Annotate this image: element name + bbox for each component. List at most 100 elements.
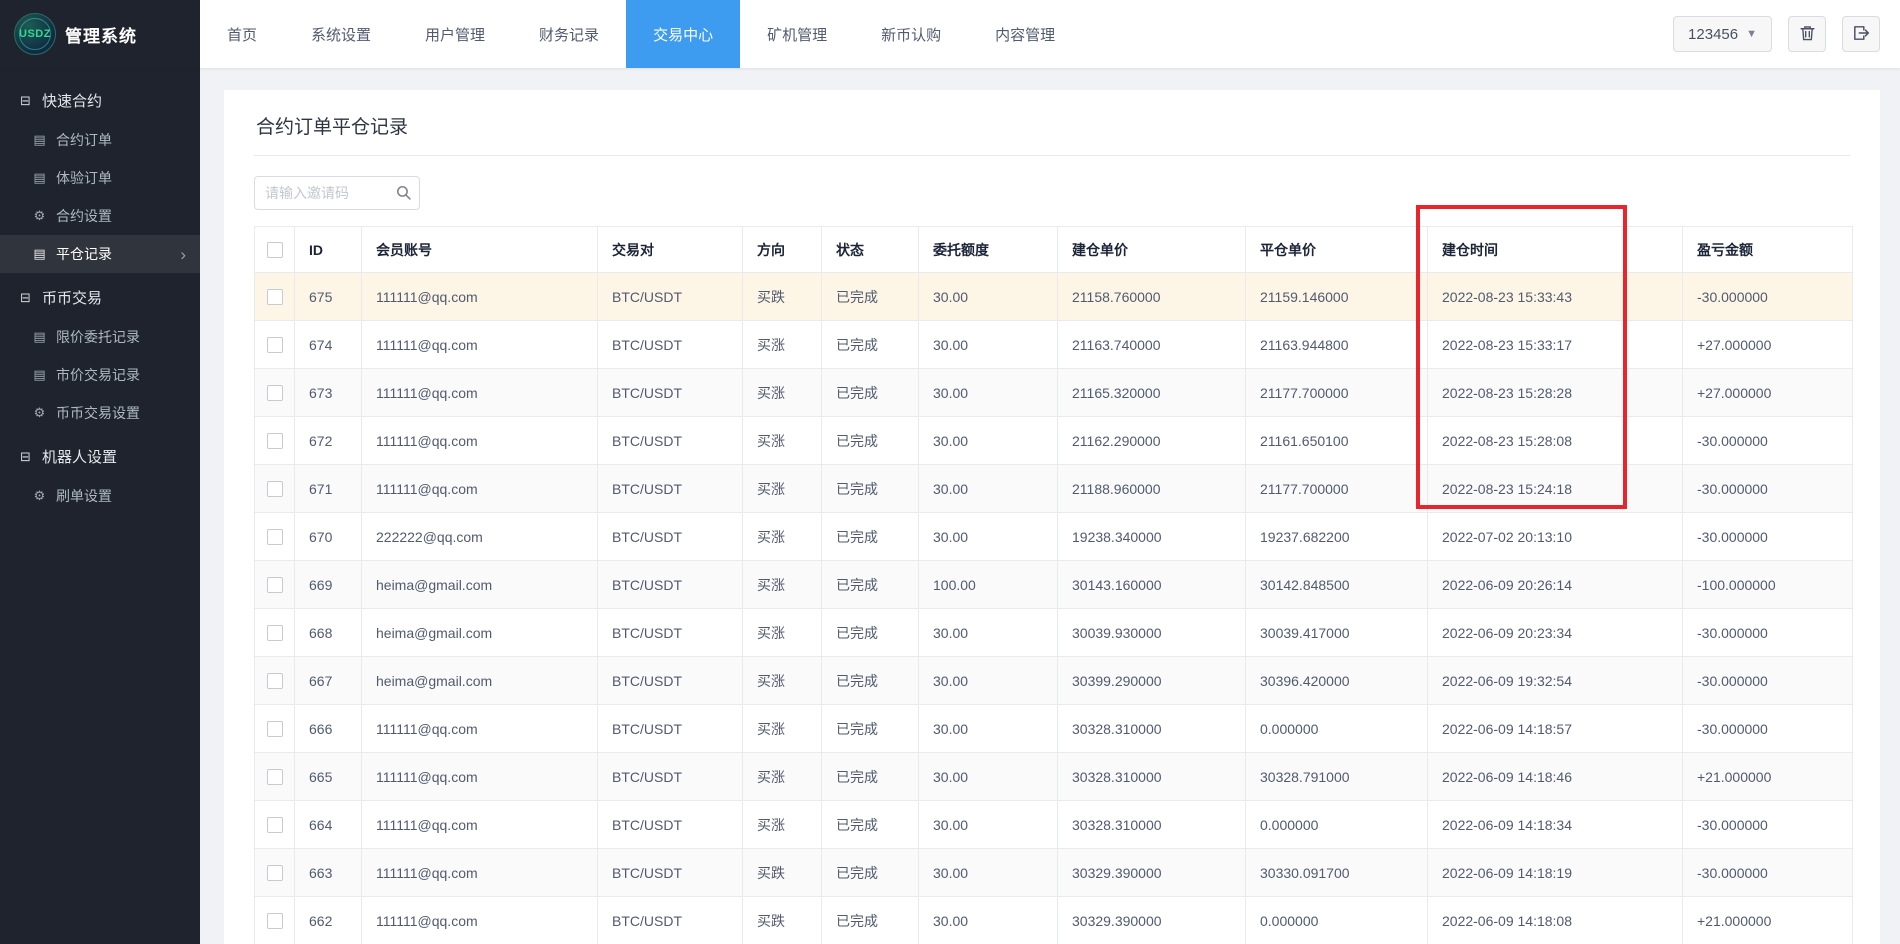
row-checkbox[interactable] [266,721,283,738]
gear-icon: ⚙ [33,405,46,420]
cell-pair: BTC/USDT [597,608,743,657]
cell-pair: BTC/USDT [597,368,743,417]
cell-direction: 买涨 [742,752,822,801]
table-row: 666 111111@qq.com BTC/USDT 买涨 已完成 30.00 30328.… [254,704,1853,753]
cell-pnl: -30.000000 [1682,800,1853,849]
row-checkbox[interactable] [266,817,283,834]
row-checkbox[interactable] [266,913,283,930]
cell-id: 669 [294,560,362,609]
cell-open_price: 21162.290000 [1057,416,1246,465]
cell-amount: 30.00 [918,272,1058,321]
cell-id: 664 [294,800,362,849]
sidebar-item[interactable]: ▤ 平仓记录 › [0,235,200,273]
search-icon[interactable] [395,184,412,206]
records-table: ID 会员账号 交易对 方向 状态 委托额度 建仓单价 平仓单价 建仓时间 盈亏金额 675 111… [254,226,1853,944]
select-all-checkbox[interactable] [266,242,283,259]
cell-time: 2022-08-23 15:28:08 [1427,416,1683,465]
nav-item-0[interactable]: 首页 [200,0,284,68]
sidebar-section-0[interactable]: ⊟ 快速合约 [0,76,200,121]
cell-id: 674 [294,320,362,369]
cell-id: 670 [294,512,362,561]
nav-item-2[interactable]: 用户管理 [398,0,512,68]
sidebar-item[interactable]: ⚙ 合约设置 [0,197,200,235]
cell-id: 662 [294,896,362,944]
cell-amount: 30.00 [918,656,1058,705]
nav-item-3[interactable]: 财务记录 [512,0,626,68]
cell-status: 已完成 [821,272,919,321]
logout-button[interactable] [1842,16,1880,52]
cell-direction: 买涨 [742,800,822,849]
nav-item-5[interactable]: 矿机管理 [740,0,854,68]
sidebar-item-label: 限价委托记录 [56,329,140,345]
column-header: 状态 [821,226,919,273]
row-checkbox[interactable] [266,385,283,402]
cell-pair: BTC/USDT [597,752,743,801]
cell-direction: 买涨 [742,656,822,705]
cell-id: 663 [294,848,362,897]
cell-account: heima@gmail.com [361,656,598,705]
row-checkbox[interactable] [266,481,283,498]
sidebar-item[interactable]: ▤ 合约订单 [0,121,200,159]
cell-close_price: 30142.848500 [1245,560,1428,609]
cell-close_price: 21159.146000 [1245,272,1428,321]
cell-id: 667 [294,656,362,705]
sidebar-item[interactable]: ▤ 市价交易记录 [0,356,200,394]
trash-button[interactable] [1788,16,1826,52]
main-area: 合约订单平仓记录 ID会员 [200,68,1900,944]
column-header: 方向 [742,226,822,273]
sidebar-item[interactable]: ▤ 限价委托记录 [0,318,200,356]
nav-item-6[interactable]: 新币认购 [854,0,968,68]
collapse-icon: ⊟ [20,289,31,305]
nav-item-7[interactable]: 内容管理 [968,0,1082,68]
sidebar-item[interactable]: ⚙ 刷单设置 [0,477,200,515]
row-checkbox[interactable] [266,625,283,642]
nav-item-1[interactable]: 系统设置 [284,0,398,68]
cell-pair: BTC/USDT [597,560,743,609]
cell-pair: BTC/USDT [597,416,743,465]
top-nav: 首页 系统设置 用户管理 财务记录 交易中心 矿机管理 新币认购 内容管理 [200,0,1082,68]
sidebar-section-1[interactable]: ⊟ 币币交易 [0,273,200,318]
cell-account: heima@gmail.com [361,560,598,609]
sidebar-item-label: 体验订单 [56,170,112,186]
cell-open_price: 30329.390000 [1057,848,1246,897]
sidebar-section-2[interactable]: ⊟ 机器人设置 [0,432,200,477]
cell-account: 111111@qq.com [361,752,598,801]
row-checkbox[interactable] [266,289,283,306]
row-checkbox[interactable] [266,769,283,786]
cell-close_price: 21177.700000 [1245,464,1428,513]
row-checkbox[interactable] [266,529,283,546]
cell-pair: BTC/USDT [597,512,743,561]
sidebar-item[interactable]: ⚙ 币币交易设置 [0,394,200,432]
gear-icon: ⚙ [33,488,46,503]
column-header: 盈亏金额 [1682,226,1853,273]
cell-account: heima@gmail.com [361,608,598,657]
cell-direction: 买跌 [742,896,822,944]
sidebar-item[interactable]: ▤ 体验订单 [0,159,200,197]
cell-pnl: -30.000000 [1682,704,1853,753]
cell-pnl: -30.000000 [1682,464,1853,513]
row-checkbox[interactable] [266,433,283,450]
cell-amount: 30.00 [918,752,1058,801]
table-row: 665 111111@qq.com BTC/USDT 买涨 已完成 30.00 30328.… [254,752,1853,801]
cell-pnl: -100.000000 [1682,560,1853,609]
cell-time: 2022-06-09 14:18:19 [1427,848,1683,897]
cell-account: 111111@qq.com [361,416,598,465]
row-checkbox[interactable] [266,337,283,354]
row-checkbox[interactable] [266,673,283,690]
sidebar-section-title: 快速合约 [42,93,103,110]
table-row: 674 111111@qq.com BTC/USDT 买涨 已完成 30.00 21163.… [254,320,1853,369]
user-dropdown[interactable]: 123456 ▼ [1673,16,1772,52]
row-checkbox[interactable] [266,865,283,882]
cell-direction: 买涨 [742,320,822,369]
cell-pnl: -30.000000 [1682,848,1853,897]
table-row: 662 111111@qq.com BTC/USDT 买跌 已完成 30.00 30329.… [254,896,1853,944]
user-dropdown-label: 123456 [1688,25,1739,43]
table-row: 671 111111@qq.com BTC/USDT 买涨 已完成 30.00 21188.… [254,464,1853,513]
brand: USDZ 管理系统 [0,0,200,68]
sidebar: ⊟ 快速合约 ▤ 合约订单 ▤ 体验订单 ⚙ 合约设置 ▤ 平仓记录 › ⊟ 币币交易 ▤ 限价委托记录 ▤ 市… [0,68,200,944]
row-checkbox[interactable] [266,577,283,594]
nav-item-4[interactable]: 交易中心 [626,0,741,68]
cell-status: 已完成 [821,752,919,801]
cell-pnl: -30.000000 [1682,512,1853,561]
cell-status: 已完成 [821,704,919,753]
